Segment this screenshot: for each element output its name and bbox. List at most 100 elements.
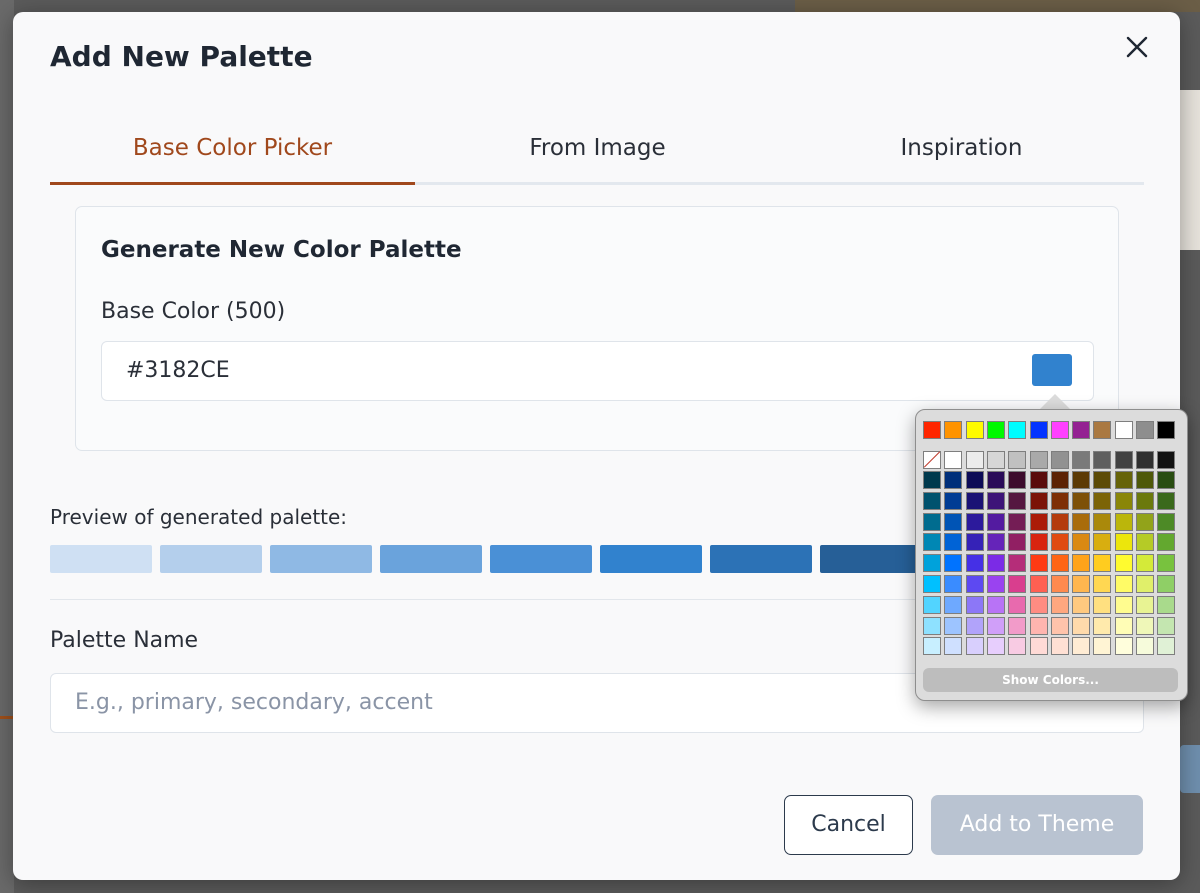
color-cell[interactable]: [923, 575, 941, 593]
color-cell[interactable]: [1029, 491, 1048, 510]
color-cell[interactable]: [1029, 575, 1048, 593]
color-cell[interactable]: [1114, 595, 1133, 614]
color-cell[interactable]: [1157, 471, 1176, 489]
color-cell[interactable]: [1072, 575, 1091, 593]
color-cell[interactable]: [1093, 471, 1112, 489]
color-cell[interactable]: [1050, 533, 1069, 552]
no-color-cell[interactable]: [923, 451, 941, 469]
color-cell[interactable]: [986, 421, 1005, 439]
color-cell[interactable]: [1114, 575, 1133, 593]
color-cell[interactable]: [965, 637, 984, 656]
color-cell[interactable]: [944, 575, 963, 593]
color-cell[interactable]: [1114, 533, 1133, 552]
color-cell[interactable]: [1029, 595, 1048, 614]
color-cell[interactable]: [1157, 533, 1176, 552]
color-cell[interactable]: [965, 575, 984, 593]
color-cell[interactable]: [1050, 491, 1069, 510]
color-cell[interactable]: [1093, 575, 1112, 593]
color-cell[interactable]: [1029, 533, 1048, 552]
color-cell[interactable]: [944, 491, 963, 510]
color-cell[interactable]: [1136, 451, 1154, 469]
color-cell[interactable]: [1072, 637, 1091, 656]
color-cell[interactable]: [944, 421, 963, 439]
color-cell[interactable]: [1029, 421, 1048, 439]
color-cell[interactable]: [1072, 595, 1091, 614]
color-cell[interactable]: [944, 637, 963, 656]
color-cell[interactable]: [1136, 554, 1154, 573]
color-cell[interactable]: [1157, 637, 1176, 656]
color-cell[interactable]: [1050, 451, 1069, 469]
color-cell[interactable]: [1050, 637, 1069, 656]
cancel-button[interactable]: Cancel: [784, 795, 913, 855]
add-to-theme-button[interactable]: Add to Theme: [931, 795, 1143, 855]
color-cell[interactable]: [1093, 533, 1112, 552]
color-cell[interactable]: [965, 471, 984, 489]
color-cell[interactable]: [1050, 421, 1069, 439]
color-cell[interactable]: [965, 512, 984, 531]
color-cell[interactable]: [965, 421, 984, 439]
color-cell[interactable]: [1136, 471, 1154, 489]
color-cell[interactable]: [1136, 421, 1154, 439]
color-cell[interactable]: [1093, 554, 1112, 573]
base-color-input[interactable]: #3182CE: [101, 341, 1094, 401]
color-cell[interactable]: [1029, 554, 1048, 573]
color-cell[interactable]: [1136, 595, 1154, 614]
color-cell[interactable]: [1008, 637, 1027, 656]
color-cell[interactable]: [986, 637, 1005, 656]
color-cell[interactable]: [1136, 491, 1154, 510]
color-cell[interactable]: [965, 491, 984, 510]
tab-base-color-picker[interactable]: Base Color Picker: [50, 124, 415, 185]
color-cell[interactable]: [1093, 512, 1112, 531]
color-cell[interactable]: [965, 451, 984, 469]
color-cell[interactable]: [965, 533, 984, 552]
color-cell[interactable]: [1157, 554, 1176, 573]
color-cell[interactable]: [1157, 575, 1176, 593]
color-cell[interactable]: [1114, 471, 1133, 489]
color-cell[interactable]: [1114, 637, 1133, 656]
color-cell[interactable]: [1157, 595, 1176, 614]
color-cell[interactable]: [1093, 421, 1112, 439]
color-cell[interactable]: [1008, 421, 1027, 439]
color-cell[interactable]: [986, 512, 1005, 531]
color-cell[interactable]: [1136, 575, 1154, 593]
color-cell[interactable]: [986, 491, 1005, 510]
color-cell[interactable]: [923, 637, 941, 656]
color-cell[interactable]: [944, 512, 963, 531]
color-cell[interactable]: [944, 451, 963, 469]
color-cell[interactable]: [1008, 575, 1027, 593]
tab-from-image[interactable]: From Image: [415, 124, 780, 182]
show-colors-button[interactable]: Show Colors...: [923, 668, 1178, 692]
color-cell[interactable]: [1008, 554, 1027, 573]
color-cell[interactable]: [1050, 512, 1069, 531]
color-cell[interactable]: [1157, 616, 1176, 635]
color-cell[interactable]: [1072, 451, 1091, 469]
color-cell[interactable]: [986, 575, 1005, 593]
color-cell[interactable]: [1029, 616, 1048, 635]
color-cell[interactable]: [1114, 512, 1133, 531]
color-cell[interactable]: [923, 421, 941, 439]
color-cell[interactable]: [986, 554, 1005, 573]
color-cell[interactable]: [1029, 471, 1048, 489]
color-cell[interactable]: [923, 554, 941, 573]
color-cell[interactable]: [1050, 595, 1069, 614]
color-cell[interactable]: [1029, 637, 1048, 656]
color-cell[interactable]: [1093, 595, 1112, 614]
color-cell[interactable]: [1050, 575, 1069, 593]
color-cell[interactable]: [1029, 512, 1048, 531]
color-cell[interactable]: [1072, 554, 1091, 573]
color-cell[interactable]: [965, 616, 984, 635]
color-cell[interactable]: [986, 616, 1005, 635]
color-cell[interactable]: [1157, 491, 1176, 510]
tab-inspiration[interactable]: Inspiration: [779, 124, 1144, 182]
color-cell[interactable]: [1008, 616, 1027, 635]
color-cell[interactable]: [1093, 491, 1112, 510]
color-cell[interactable]: [1072, 616, 1091, 635]
color-cell[interactable]: [1050, 616, 1069, 635]
color-cell[interactable]: [1093, 637, 1112, 656]
color-cell[interactable]: [944, 595, 963, 614]
color-cell[interactable]: [1008, 451, 1027, 469]
color-cell[interactable]: [1114, 554, 1133, 573]
color-cell[interactable]: [1136, 616, 1154, 635]
color-cell[interactable]: [1136, 512, 1154, 531]
color-cell[interactable]: [986, 533, 1005, 552]
